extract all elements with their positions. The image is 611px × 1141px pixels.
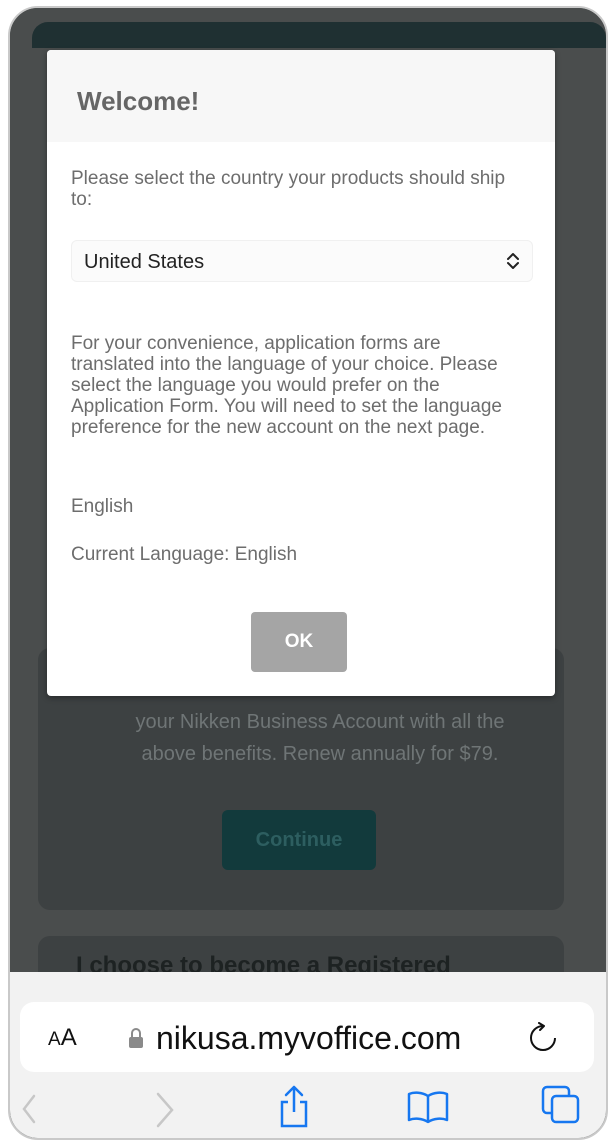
text-size-button[interactable]: AA xyxy=(48,1024,77,1052)
forward-icon[interactable] xyxy=(154,1090,176,1130)
reload-icon[interactable] xyxy=(528,1022,558,1054)
welcome-modal: Welcome! Please select the country your … xyxy=(47,50,555,696)
lock-icon xyxy=(129,1028,143,1048)
phone-frame: your Nikken Business Account with all th… xyxy=(8,6,608,1140)
share-icon[interactable] xyxy=(278,1084,310,1128)
modal-header: Welcome! xyxy=(47,50,555,142)
text-size-large-label: A xyxy=(60,1024,77,1051)
bookmarks-icon[interactable] xyxy=(406,1090,450,1124)
country-select-value: United States xyxy=(84,251,205,273)
membership-card-text: your Nikken Business Account with all th… xyxy=(135,711,505,765)
address-bar[interactable]: AA nikusa.myvoffice.com xyxy=(20,1002,594,1072)
language-option[interactable]: English xyxy=(71,496,133,518)
continue-button[interactable]: Continue xyxy=(222,810,376,870)
modal-title: Welcome! xyxy=(77,86,200,116)
browser-bar: AA nikusa.myvoffice.com xyxy=(10,972,606,1138)
ok-button[interactable]: OK xyxy=(251,612,347,672)
current-language: Current Language: English xyxy=(71,544,298,565)
country-select[interactable]: United States xyxy=(71,240,533,282)
chevron-up-down-icon xyxy=(507,253,519,269)
language-info-text: For your convenience, application forms … xyxy=(71,333,502,438)
page-header-bar xyxy=(32,22,606,48)
back-icon[interactable] xyxy=(20,1094,40,1124)
country-prompt: Please select the country your products … xyxy=(71,168,506,210)
tabs-icon[interactable] xyxy=(540,1084,582,1126)
text-size-small-label: A xyxy=(48,1029,61,1050)
url-text: nikusa.myvoffice.com xyxy=(156,1020,462,1056)
